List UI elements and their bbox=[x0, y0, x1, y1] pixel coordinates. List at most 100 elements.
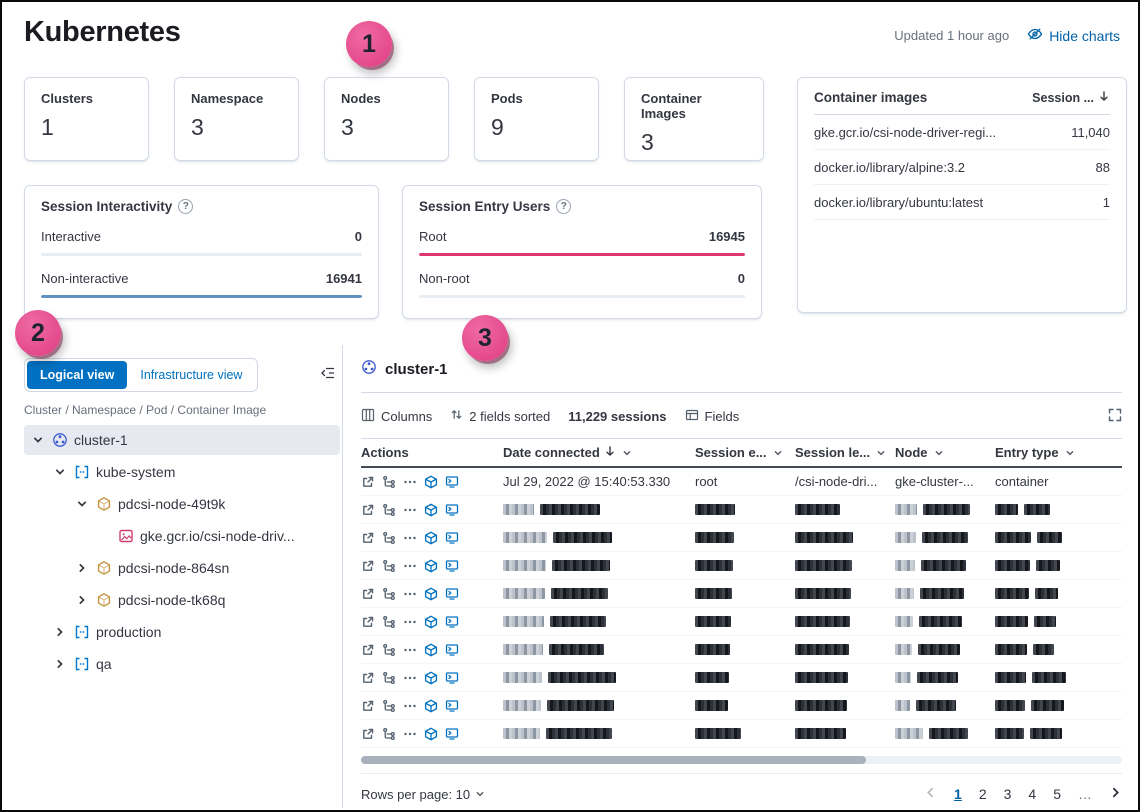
process-tree-icon[interactable] bbox=[382, 503, 396, 517]
column-menu-icon[interactable] bbox=[876, 448, 886, 458]
expand-row-icon[interactable] bbox=[361, 727, 375, 741]
tree-toggle[interactable] bbox=[52, 626, 68, 638]
more-actions-icon[interactable] bbox=[403, 727, 417, 741]
column-menu-icon[interactable] bbox=[773, 448, 783, 458]
expand-row-icon[interactable] bbox=[361, 643, 375, 657]
column-header-entry-type[interactable]: Entry type bbox=[995, 445, 1087, 460]
expand-row-icon[interactable] bbox=[361, 531, 375, 545]
fullscreen-button[interactable] bbox=[1108, 408, 1122, 425]
tree-item-pdcsi-node-49t9k[interactable]: pdcsi-node-49t9k bbox=[24, 489, 340, 519]
more-actions-icon[interactable] bbox=[403, 475, 417, 489]
column-header-session-leader[interactable]: Session le... bbox=[795, 445, 895, 460]
process-tree-icon[interactable] bbox=[382, 643, 396, 657]
session-row-redacted[interactable] bbox=[361, 636, 1122, 664]
container-icon[interactable] bbox=[424, 475, 438, 489]
session-row-redacted[interactable] bbox=[361, 552, 1122, 580]
process-tree-icon[interactable] bbox=[382, 671, 396, 685]
sessions-sort-button[interactable]: Session ... bbox=[1032, 90, 1110, 105]
container-icon[interactable] bbox=[424, 587, 438, 601]
session-viewer-icon[interactable] bbox=[445, 587, 459, 601]
session-row-redacted[interactable] bbox=[361, 720, 1122, 748]
container-icon[interactable] bbox=[424, 615, 438, 629]
infrastructure-view-button[interactable]: Infrastructure view bbox=[127, 361, 255, 389]
more-actions-icon[interactable] bbox=[403, 531, 417, 545]
scrollbar-thumb[interactable] bbox=[361, 756, 866, 764]
tree-item-production[interactable]: production bbox=[24, 617, 340, 647]
more-actions-icon[interactable] bbox=[403, 587, 417, 601]
more-actions-icon[interactable] bbox=[403, 699, 417, 713]
logical-view-button[interactable]: Logical view bbox=[27, 361, 127, 389]
expand-row-icon[interactable] bbox=[361, 615, 375, 629]
process-tree-icon[interactable] bbox=[382, 531, 396, 545]
horizontal-scrollbar[interactable] bbox=[361, 756, 1122, 764]
process-tree-icon[interactable] bbox=[382, 727, 396, 741]
session-row-redacted[interactable] bbox=[361, 524, 1122, 552]
session-viewer-icon[interactable] bbox=[445, 475, 459, 489]
session-row-redacted[interactable] bbox=[361, 664, 1122, 692]
next-page-button[interactable] bbox=[1109, 786, 1122, 802]
session-viewer-icon[interactable] bbox=[445, 531, 459, 545]
more-actions-icon[interactable] bbox=[403, 671, 417, 685]
tree-toggle[interactable] bbox=[52, 466, 68, 478]
process-tree-icon[interactable] bbox=[382, 615, 396, 629]
session-viewer-icon[interactable] bbox=[445, 615, 459, 629]
page-button-2[interactable]: 2 bbox=[979, 786, 987, 802]
tree-item-pdcsi-node-tk68q[interactable]: pdcsi-node-tk68q bbox=[24, 585, 340, 615]
expand-row-icon[interactable] bbox=[361, 699, 375, 713]
column-menu-icon[interactable] bbox=[1065, 448, 1075, 458]
column-menu-icon[interactable] bbox=[934, 448, 944, 458]
column-header-node[interactable]: Node bbox=[895, 445, 995, 460]
column-header-date-connected[interactable]: Date connected bbox=[503, 445, 695, 460]
hide-charts-button[interactable]: Hide charts bbox=[1027, 26, 1120, 45]
more-actions-icon[interactable] bbox=[403, 615, 417, 629]
expand-row-icon[interactable] bbox=[361, 503, 375, 517]
page-button-3[interactable]: 3 bbox=[1004, 786, 1012, 802]
session-viewer-icon[interactable] bbox=[445, 671, 459, 685]
process-tree-icon[interactable] bbox=[382, 699, 396, 713]
tree-toggle[interactable] bbox=[30, 434, 46, 446]
session-row-redacted[interactable] bbox=[361, 692, 1122, 720]
chevron-down-icon[interactable] bbox=[76, 498, 88, 510]
tree-item-kube-system[interactable]: kube-system bbox=[24, 457, 340, 487]
chevron-down-icon[interactable] bbox=[54, 466, 66, 478]
session-viewer-icon[interactable] bbox=[445, 727, 459, 741]
chevron-right-icon[interactable] bbox=[76, 594, 88, 606]
tree-toggle[interactable] bbox=[74, 498, 90, 510]
session-row-redacted[interactable] bbox=[361, 580, 1122, 608]
tree-item-gke-gcr-io-csi-node-driv-[interactable]: gke.gcr.io/csi-node-driv... bbox=[24, 521, 340, 551]
page-button-1[interactable]: 1 bbox=[954, 786, 962, 802]
collapse-panel-button[interactable] bbox=[316, 361, 340, 390]
process-tree-icon[interactable] bbox=[382, 587, 396, 601]
expand-row-icon[interactable] bbox=[361, 559, 375, 573]
session-row-redacted[interactable] bbox=[361, 608, 1122, 636]
tree-item-qa[interactable]: qa bbox=[24, 649, 340, 679]
container-icon[interactable] bbox=[424, 503, 438, 517]
container-icon[interactable] bbox=[424, 699, 438, 713]
expand-row-icon[interactable] bbox=[361, 587, 375, 601]
page-button-4[interactable]: 4 bbox=[1028, 786, 1036, 802]
session-viewer-icon[interactable] bbox=[445, 643, 459, 657]
previous-page-button[interactable] bbox=[924, 786, 937, 802]
more-actions-icon[interactable] bbox=[403, 559, 417, 573]
session-viewer-icon[interactable] bbox=[445, 699, 459, 713]
container-icon[interactable] bbox=[424, 727, 438, 741]
fields-button[interactable]: Fields bbox=[685, 408, 740, 425]
session-row-redacted[interactable] bbox=[361, 496, 1122, 524]
chevron-right-icon[interactable] bbox=[54, 658, 66, 670]
more-actions-icon[interactable] bbox=[403, 643, 417, 657]
help-icon[interactable]: ? bbox=[556, 199, 571, 214]
session-viewer-icon[interactable] bbox=[445, 503, 459, 517]
expand-row-icon[interactable] bbox=[361, 475, 375, 489]
tree-toggle[interactable] bbox=[74, 562, 90, 574]
container-icon[interactable] bbox=[424, 531, 438, 545]
help-icon[interactable]: ? bbox=[178, 199, 193, 214]
expand-row-icon[interactable] bbox=[361, 671, 375, 685]
column-header-session-entry[interactable]: Session e... bbox=[695, 445, 795, 460]
chevron-right-icon[interactable] bbox=[54, 626, 66, 638]
columns-button[interactable]: Columns bbox=[361, 408, 432, 425]
rows-per-page-button[interactable]: Rows per page: 10 bbox=[361, 787, 485, 802]
session-row[interactable]: Jul 29, 2022 @ 15:40:53.330 root /csi-no… bbox=[361, 468, 1122, 496]
tree-toggle[interactable] bbox=[74, 594, 90, 606]
session-viewer-icon[interactable] bbox=[445, 559, 459, 573]
tree-toggle[interactable] bbox=[52, 658, 68, 670]
